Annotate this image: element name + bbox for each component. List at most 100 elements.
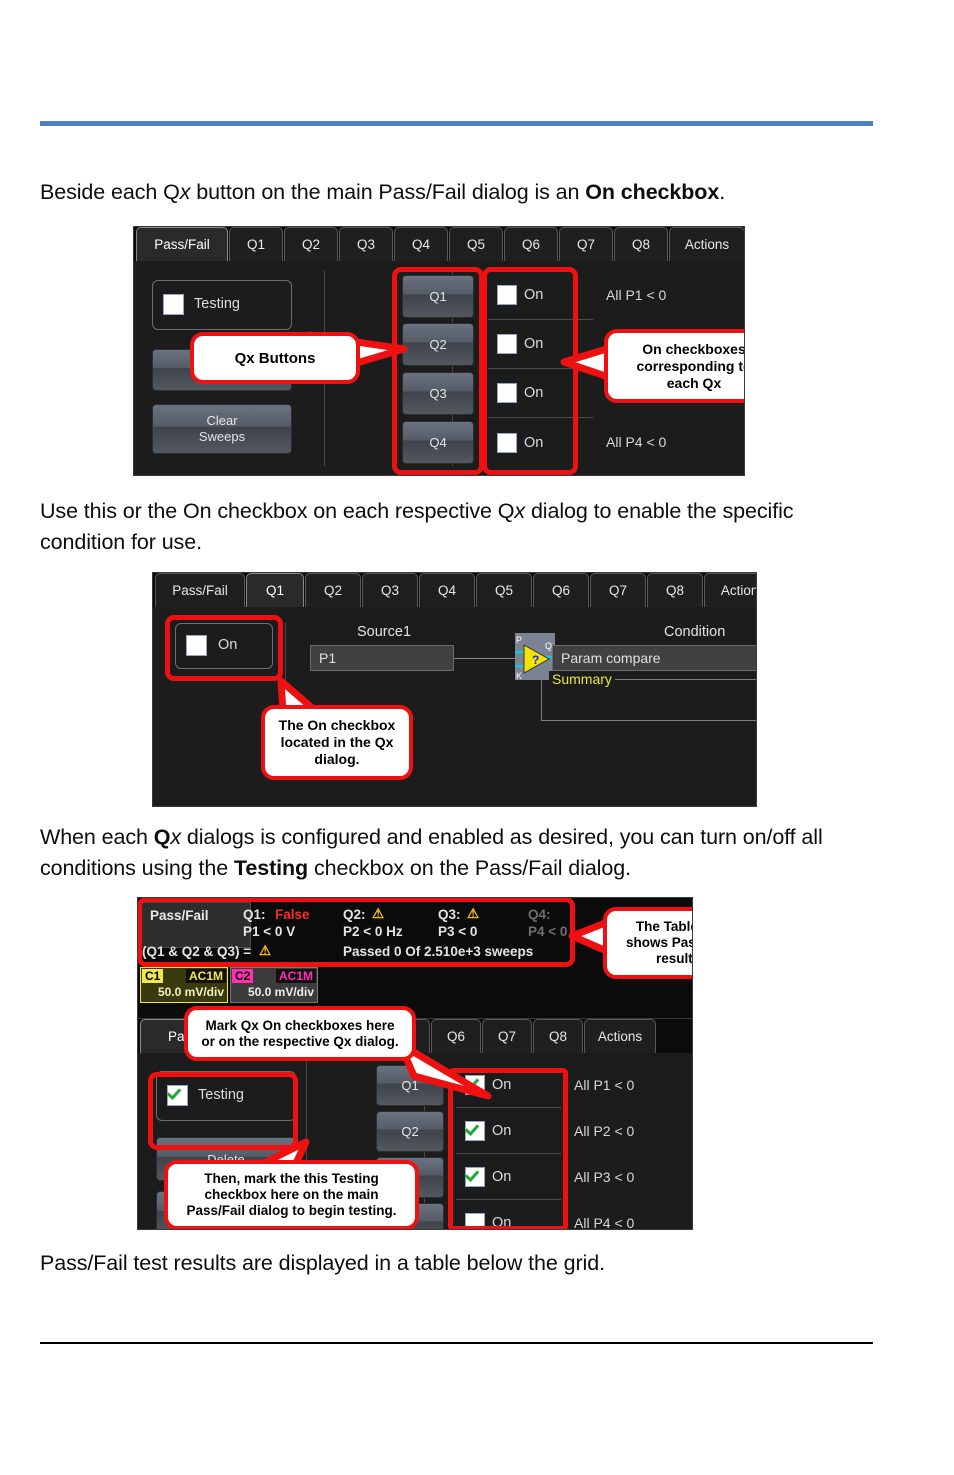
p1-bold-on-checkbox: On checkbox (585, 180, 720, 204)
shot2-tab-label: Q8 (665, 583, 684, 598)
shot3-on-row-3[interactable]: On (456, 1154, 561, 1200)
shot1-callout-on-l3: each Qx (666, 374, 722, 391)
shot2-tab-strip: Pass/Fail Q1 Q2 Q3 Q4 Q5 Q6 Q7 Q8 Action… (153, 573, 756, 607)
shot2-condition-value: Param compare (561, 650, 661, 666)
shot2-source-field[interactable]: P1 (310, 645, 454, 671)
shot3-q2-name: Q2: (343, 907, 366, 922)
shot1-tab-label: Q8 (631, 237, 650, 252)
shot1-callout-qx-text: Qx Buttons (234, 349, 316, 367)
shot1-tab-q6[interactable]: Q6 (504, 227, 558, 261)
shot3-callout-mark-l1: Mark Qx On checkboxes here (205, 1017, 395, 1033)
shot2-tab-q2[interactable]: Q2 (305, 573, 361, 607)
shot1-tab-q2[interactable]: Q2 (284, 227, 338, 261)
shot3-table-title-box: Pass/Fail (141, 902, 251, 948)
shot1-q-button-q4[interactable]: Q4 (402, 421, 474, 464)
shot2-tab-pass-fail[interactable]: Pass/Fail (155, 573, 245, 607)
shot2-tab-q8[interactable]: Q8 (647, 573, 703, 607)
shot1-tab-label: Q3 (356, 237, 375, 252)
shot2-tab-label: Q5 (494, 583, 513, 598)
shot3-channel-c1[interactable]: C1 AC1M 50.0 mV/div (140, 967, 228, 1003)
shot2-tab-label: Pass/Fail (172, 583, 228, 598)
shot2-callout-l1: The On checkbox (278, 717, 396, 733)
shot1-q-button-q1[interactable]: Q1 (402, 275, 474, 318)
screenshot-passfail-dialog: Pass/Fail Q1 Q2 Q3 Q4 Q5 Q6 Q7 Q8 Action… (133, 226, 745, 476)
shot1-testing-checkbox[interactable] (163, 294, 184, 315)
shot3-on-row-2[interactable]: On (456, 1108, 561, 1154)
shot1-tab-pass-fail[interactable]: Pass/Fail (136, 227, 228, 261)
shot2-on-label: On (218, 637, 238, 653)
shot3-condition-4: All P4 < 0 (574, 1215, 635, 1230)
shot2-tab-q1[interactable]: Q1 (246, 573, 304, 607)
shot1-tab-label: Pass/Fail (154, 237, 210, 252)
shot3-c2-scale: 50.0 mV/div (247, 985, 314, 999)
shot1-tab-q8[interactable]: Q8 (614, 227, 668, 261)
shot1-on-row-4[interactable]: On (488, 418, 593, 467)
shot3-on-label-2: On (492, 1122, 512, 1139)
p3-italic-x: x (170, 825, 182, 849)
shot1-on-checkbox-1[interactable] (497, 285, 517, 305)
shot2-on-checkbox[interactable] (186, 635, 207, 656)
shot2-tab-actions[interactable]: Actions (704, 573, 756, 607)
shot3-tab-label: Q7 (497, 1029, 516, 1044)
shot1-clear-sweeps-button[interactable]: Clear Sweeps (152, 404, 292, 454)
shot2-tab-label: Q1 (265, 583, 284, 598)
shot2-callout-on-checkbox: The On checkbox located in the Qx dialog… (261, 705, 413, 780)
shot2-tab-q5[interactable]: Q5 (476, 573, 532, 607)
shot1-tab-actions[interactable]: Actions (669, 227, 744, 261)
shot3-on-checkbox-2[interactable] (465, 1120, 485, 1141)
shot1-q-button-label: Q4 (429, 435, 447, 450)
shot1-tab-label: Actions (684, 237, 730, 252)
shot3-p3-cond: P3 < 0 (438, 924, 478, 939)
shot3-testing-checkbox[interactable] (167, 1085, 188, 1106)
shot3-expression: (Q1 & Q2 & Q3) = (142, 944, 252, 959)
shot3-on-row-4[interactable]: On (456, 1200, 561, 1230)
shot2-tab-label: Q4 (437, 583, 456, 598)
shot2-summary-label: Summary (549, 671, 615, 687)
shot1-testing-group: Testing (152, 280, 292, 330)
shot3-callout-table-l3: result data. (655, 951, 693, 966)
shot3-tab-q8[interactable]: Q8 (533, 1019, 583, 1053)
shot1-on-label-1: On (524, 287, 544, 303)
shot1-q-button-label: Q2 (429, 337, 447, 352)
shot3-q-button-q2[interactable]: Q2 (376, 1111, 444, 1152)
shot2-condition-label: Condition (664, 624, 726, 640)
shot1-tab-q4[interactable]: Q4 (394, 227, 448, 261)
shot3-channel-c2[interactable]: C2 AC1M 50.0 mV/div (230, 967, 318, 1003)
shot3-on-label-4: On (492, 1215, 512, 1230)
shot3-c1-scale: 50.0 mV/div (157, 985, 224, 999)
shot2-tab-q4[interactable]: Q4 (419, 573, 475, 607)
shot3-on-checkbox-4[interactable] (465, 1213, 485, 1229)
shot2-tab-q7[interactable]: Q7 (590, 573, 646, 607)
shot1-callout-on-l1: On checkboxes (642, 340, 745, 357)
shot2-tab-q6[interactable]: Q6 (533, 573, 589, 607)
shot2-tab-label: Q2 (323, 583, 342, 598)
shot1-tab-q3[interactable]: Q3 (339, 227, 393, 261)
shot1-tab-strip: Pass/Fail Q1 Q2 Q3 Q4 Q5 Q6 Q7 Q8 Action… (134, 227, 744, 261)
svg-text:?: ? (532, 653, 539, 667)
shot3-callout-mark-l2: or on the respective Qx dialog. (201, 1033, 399, 1049)
shot3-c2-coupling: AC1M (275, 969, 316, 983)
shot3-callout-table-l1: The Table display (635, 919, 692, 934)
shot2-source-label: Source1 (357, 624, 412, 640)
shot3-tab-label: Q8 (548, 1029, 567, 1044)
svg-text:K: K (516, 671, 522, 680)
shot3-tab-actions[interactable]: Actions (584, 1019, 656, 1053)
shot1-tab-q7[interactable]: Q7 (559, 227, 613, 261)
shot3-on-label-3: On (492, 1168, 512, 1185)
shot1-on-row-1[interactable]: On (488, 271, 593, 320)
shot1-on-checkbox-2[interactable] (497, 334, 517, 354)
shot1-on-checkbox-3[interactable] (497, 383, 517, 403)
paragraph-3: When each Qx dialogs is configured and e… (40, 822, 870, 884)
shot1-tab-q1[interactable]: Q1 (229, 227, 283, 261)
shot2-tab-q3[interactable]: Q3 (362, 573, 418, 607)
shot1-tab-q5[interactable]: Q5 (449, 227, 503, 261)
shot2-condition-field[interactable]: Param compare (552, 645, 756, 671)
shot3-on-checkbox-3[interactable] (465, 1166, 485, 1187)
shot3-table-title: Pass/Fail (150, 908, 209, 923)
shot3-testing-group: Testing (156, 1071, 296, 1121)
shot3-q1-value: False (275, 907, 310, 922)
p4-text: Pass/Fail test results are displayed in … (40, 1251, 605, 1275)
shot1-on-checkbox-4[interactable] (497, 432, 517, 453)
p3-text-a: When each (40, 825, 154, 849)
shot3-condition-2: All P2 < 0 (574, 1123, 635, 1139)
